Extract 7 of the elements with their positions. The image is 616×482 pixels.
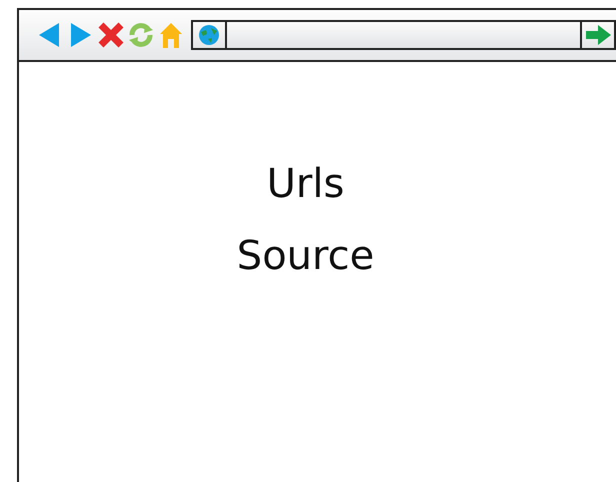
stop-button[interactable] [97, 20, 125, 50]
refresh-button[interactable] [127, 20, 155, 50]
heading-text: Source [236, 234, 374, 278]
heading-text: Urls [266, 162, 344, 206]
address-bar[interactable] [191, 20, 616, 50]
globe-icon [198, 24, 220, 46]
arrow-icon [586, 24, 612, 46]
